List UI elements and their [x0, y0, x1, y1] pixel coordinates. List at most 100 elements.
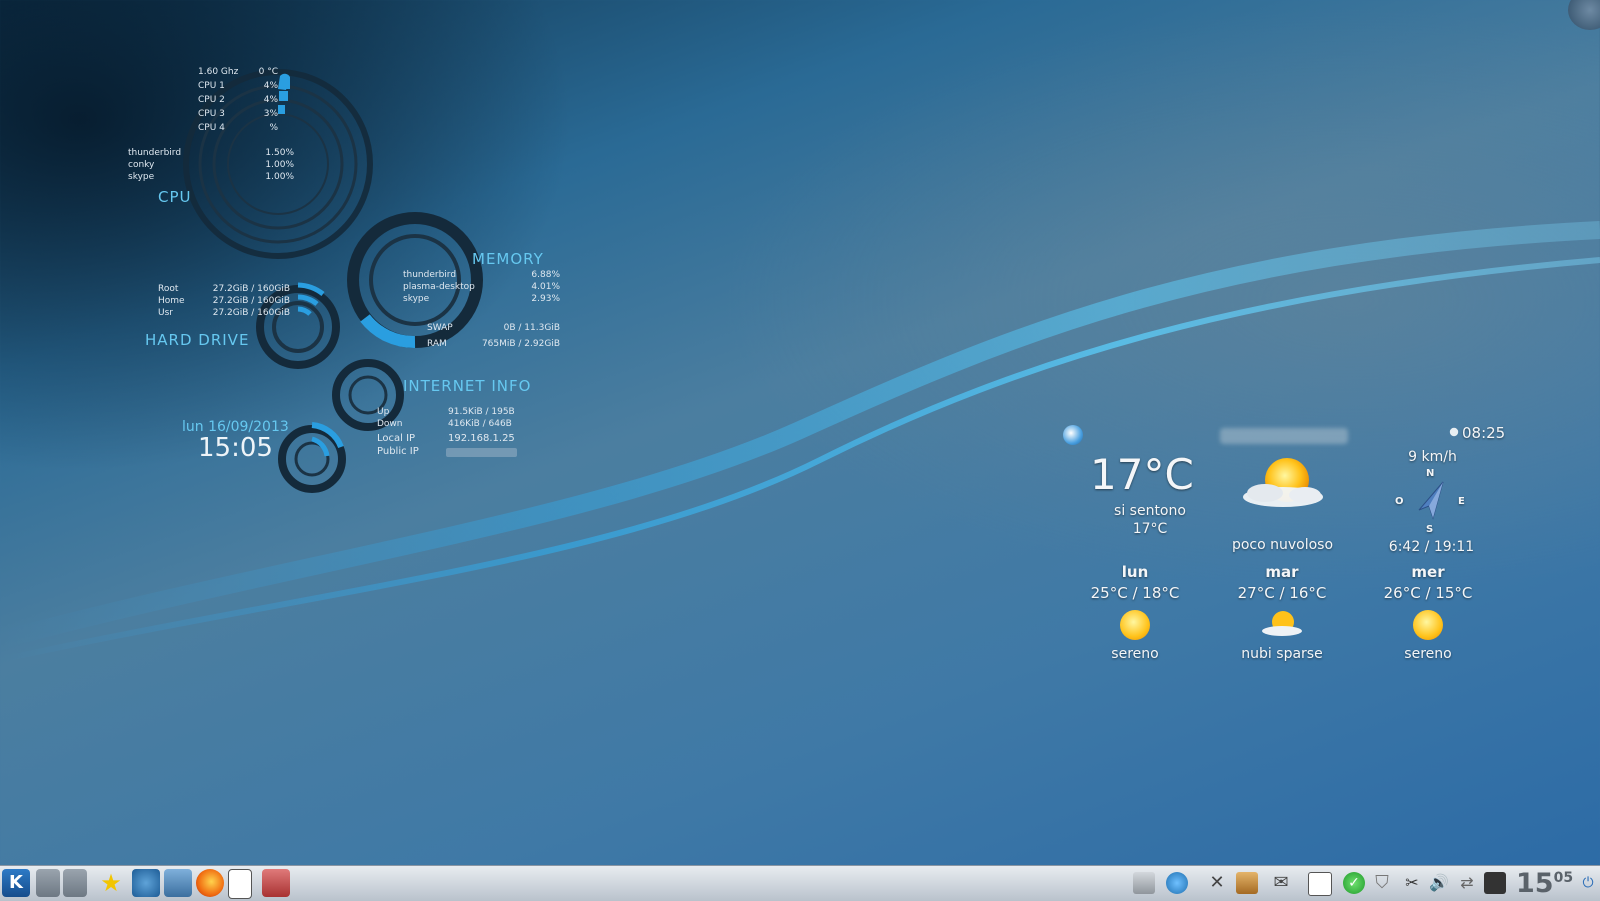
- cpu-title: CPU: [158, 188, 192, 206]
- process-value: 1.00%: [265, 160, 294, 170]
- cpu-temp: 0 °C: [258, 67, 278, 77]
- wind-direction-arrow-icon: [1418, 481, 1444, 520]
- calculator-icon[interactable]: [164, 869, 192, 897]
- forecast-range: 26°C / 15°C: [1383, 584, 1473, 602]
- drive-value: 27.2GiB / 160GiB: [212, 296, 290, 306]
- volume-icon[interactable]: 🔊: [1428, 872, 1450, 894]
- swap-value: 0B / 11.3GiB: [503, 323, 560, 333]
- down-value: 416KiB / 646B: [448, 419, 512, 429]
- partly-cloudy-icon: [1262, 611, 1302, 636]
- forecast-day-name: lun: [1121, 563, 1149, 581]
- weather-feels-label: si sentono: [1114, 503, 1186, 519]
- harddrive-title: HARD DRIVE: [145, 331, 250, 349]
- cpu-core-value: 4%: [263, 95, 278, 105]
- forecast-day-2: mar 27°C / 16°C nubi sparse: [1222, 563, 1342, 662]
- ram-label: RAM: [427, 339, 447, 349]
- cpu-freq: 1.60 Ghz: [198, 67, 239, 77]
- tools-icon[interactable]: ✕: [1206, 872, 1228, 894]
- clipboard-icon[interactable]: [1308, 872, 1332, 896]
- clock-time: 15:05: [198, 433, 273, 463]
- drive-name: Root: [158, 284, 179, 294]
- trash-icon[interactable]: [1133, 872, 1155, 894]
- forecast-day-3: mer 26°C / 15°C sereno: [1378, 563, 1478, 662]
- internet-info: Up 91.5KiB / 195B Down 416KiB / 646B Local…: [377, 406, 517, 458]
- update-ok-icon[interactable]: ✓: [1343, 872, 1365, 894]
- process-value: 6.88%: [531, 270, 560, 280]
- weather-refresh-icon[interactable]: [1063, 425, 1083, 445]
- memory-title: MEMORY: [472, 250, 544, 268]
- cpu-core-label: CPU 2: [198, 95, 225, 105]
- memory-swap-ram: SWAP 0B / 11.3GiB RAM 765MiB / 2.92GiB: [427, 322, 560, 350]
- process-value: 4.01%: [531, 282, 560, 292]
- thunderbird-icon[interactable]: [132, 869, 160, 897]
- ram-value: 765MiB / 2.92GiB: [481, 339, 560, 349]
- process-value: 2.93%: [531, 294, 560, 304]
- forecast-desc: sereno: [1404, 646, 1452, 662]
- compass-e: E: [1458, 496, 1465, 507]
- cpu-core-label: CPU 3: [198, 109, 225, 119]
- package-icon[interactable]: [1236, 872, 1258, 894]
- cpu-core-value: 4%: [263, 81, 278, 91]
- process-name: conky: [128, 160, 155, 170]
- drive-value: 27.2GiB / 160GiB: [212, 308, 290, 318]
- drive-name: Home: [158, 296, 185, 306]
- shield-icon[interactable]: ⛉: [1371, 872, 1393, 894]
- update-time-icon: [1449, 427, 1459, 437]
- wind-compass: N S E O: [1385, 468, 1475, 536]
- cpu-processes: thunderbird 1.50% conky 1.00% skype 1.00%: [128, 147, 294, 183]
- public-ip-label: Public IP: [377, 446, 419, 457]
- favorites-star-icon[interactable]: ★: [97, 869, 125, 897]
- process-name: plasma-desktop: [403, 282, 475, 292]
- forecast-range: 27°C / 16°C: [1237, 584, 1327, 602]
- public-ip-redacted: [445, 448, 517, 457]
- local-ip-value: 192.168.1.25: [448, 433, 515, 444]
- wind-speed: 9 km/h: [1408, 449, 1457, 465]
- taskbar: K ★ ✕ ✉ ✓ ⛉ ✂ 🔊 ⇄ 1505 ⏻: [0, 865, 1600, 901]
- cpu-info: 1.60 Ghz 0 °C CPU 1 4% CPU 2 4% CPU 3 3% CPU…: [198, 66, 278, 134]
- harddrive-info: Root 27.2GiB / 160GiB Home 27.2GiB / 160Gi…: [158, 283, 290, 319]
- up-label: Up: [377, 407, 390, 417]
- battery-icon[interactable]: [1484, 872, 1506, 894]
- weather-feels-value: 17°C: [1132, 521, 1168, 537]
- cpu-core-value: 3%: [263, 109, 278, 119]
- local-ip-label: Local IP: [377, 433, 416, 444]
- process-name: skype: [403, 294, 430, 304]
- app-launcher-red-icon[interactable]: [262, 869, 290, 897]
- mail-icon[interactable]: ✉: [1270, 872, 1292, 894]
- lock-shutdown-icon[interactable]: ⏻: [1580, 872, 1596, 894]
- forecast-day-name: mar: [1265, 563, 1299, 581]
- up-value: 91.5KiB / 195B: [448, 407, 515, 417]
- pager-desktop-2-icon[interactable]: [63, 869, 87, 897]
- internet-title: INTERNET INFO: [403, 377, 532, 395]
- weather-condition: poco nuvoloso: [1231, 537, 1334, 553]
- drive-value: 27.2GiB / 160GiB: [212, 284, 290, 294]
- kde-menu-icon[interactable]: K: [2, 869, 30, 897]
- scissors-icon[interactable]: ✂: [1401, 872, 1423, 894]
- pager-desktop-1-icon[interactable]: [36, 869, 60, 897]
- sun-icon: [1413, 610, 1443, 640]
- compass-s: S: [1426, 524, 1434, 535]
- cpu-core-label: CPU 1: [198, 81, 225, 91]
- forecast-day-name: mer: [1411, 563, 1445, 581]
- network-icon[interactable]: ⇄: [1456, 872, 1478, 894]
- process-name: thunderbird: [128, 148, 182, 158]
- compass-w: O: [1395, 496, 1404, 507]
- compass-n: N: [1426, 468, 1435, 479]
- process-value: 1.00%: [265, 172, 294, 182]
- process-name: skype: [128, 172, 155, 182]
- forecast-desc: nubi sparse: [1241, 646, 1323, 662]
- forecast-range: 25°C / 18°C: [1090, 584, 1180, 602]
- firefox-icon[interactable]: [196, 869, 224, 897]
- swap-label: SWAP: [427, 323, 453, 333]
- partly-cloudy-icon: [1243, 458, 1323, 507]
- text-editor-icon[interactable]: [228, 869, 252, 899]
- globe-language-icon[interactable]: [1166, 872, 1188, 894]
- drive-name: Usr: [158, 308, 173, 318]
- weather-update-time: 08:25: [1462, 424, 1506, 442]
- clock-minute: 05: [1553, 870, 1574, 886]
- down-label: Down: [377, 419, 403, 429]
- process-value: 1.50%: [265, 148, 294, 158]
- taskbar-clock[interactable]: 1505: [1516, 868, 1573, 899]
- weather-current-temp: 17°C: [1090, 450, 1194, 499]
- sun-icon: [1120, 610, 1150, 640]
